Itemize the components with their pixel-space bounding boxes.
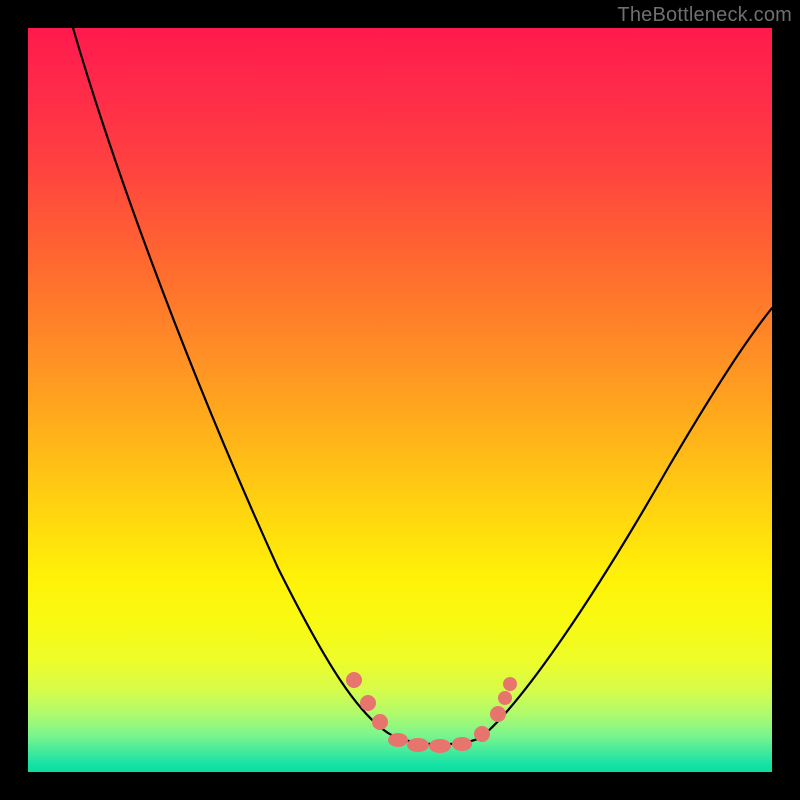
data-marker — [429, 739, 451, 753]
curve-layer — [28, 28, 772, 772]
data-marker — [474, 726, 490, 742]
data-marker — [490, 706, 506, 722]
watermark-text: TheBottleneck.com — [617, 4, 792, 27]
data-marker — [503, 677, 517, 691]
data-marker — [407, 738, 429, 752]
curve-right-branch — [480, 308, 772, 738]
data-marker — [372, 714, 388, 730]
curve-left-branch — [73, 28, 388, 733]
chart-frame: TheBottleneck.com — [0, 0, 800, 800]
data-marker — [346, 672, 362, 688]
data-marker — [360, 695, 376, 711]
plot-area — [28, 28, 772, 772]
data-marker — [452, 737, 472, 751]
data-marker — [388, 733, 408, 747]
data-marker — [498, 691, 512, 705]
